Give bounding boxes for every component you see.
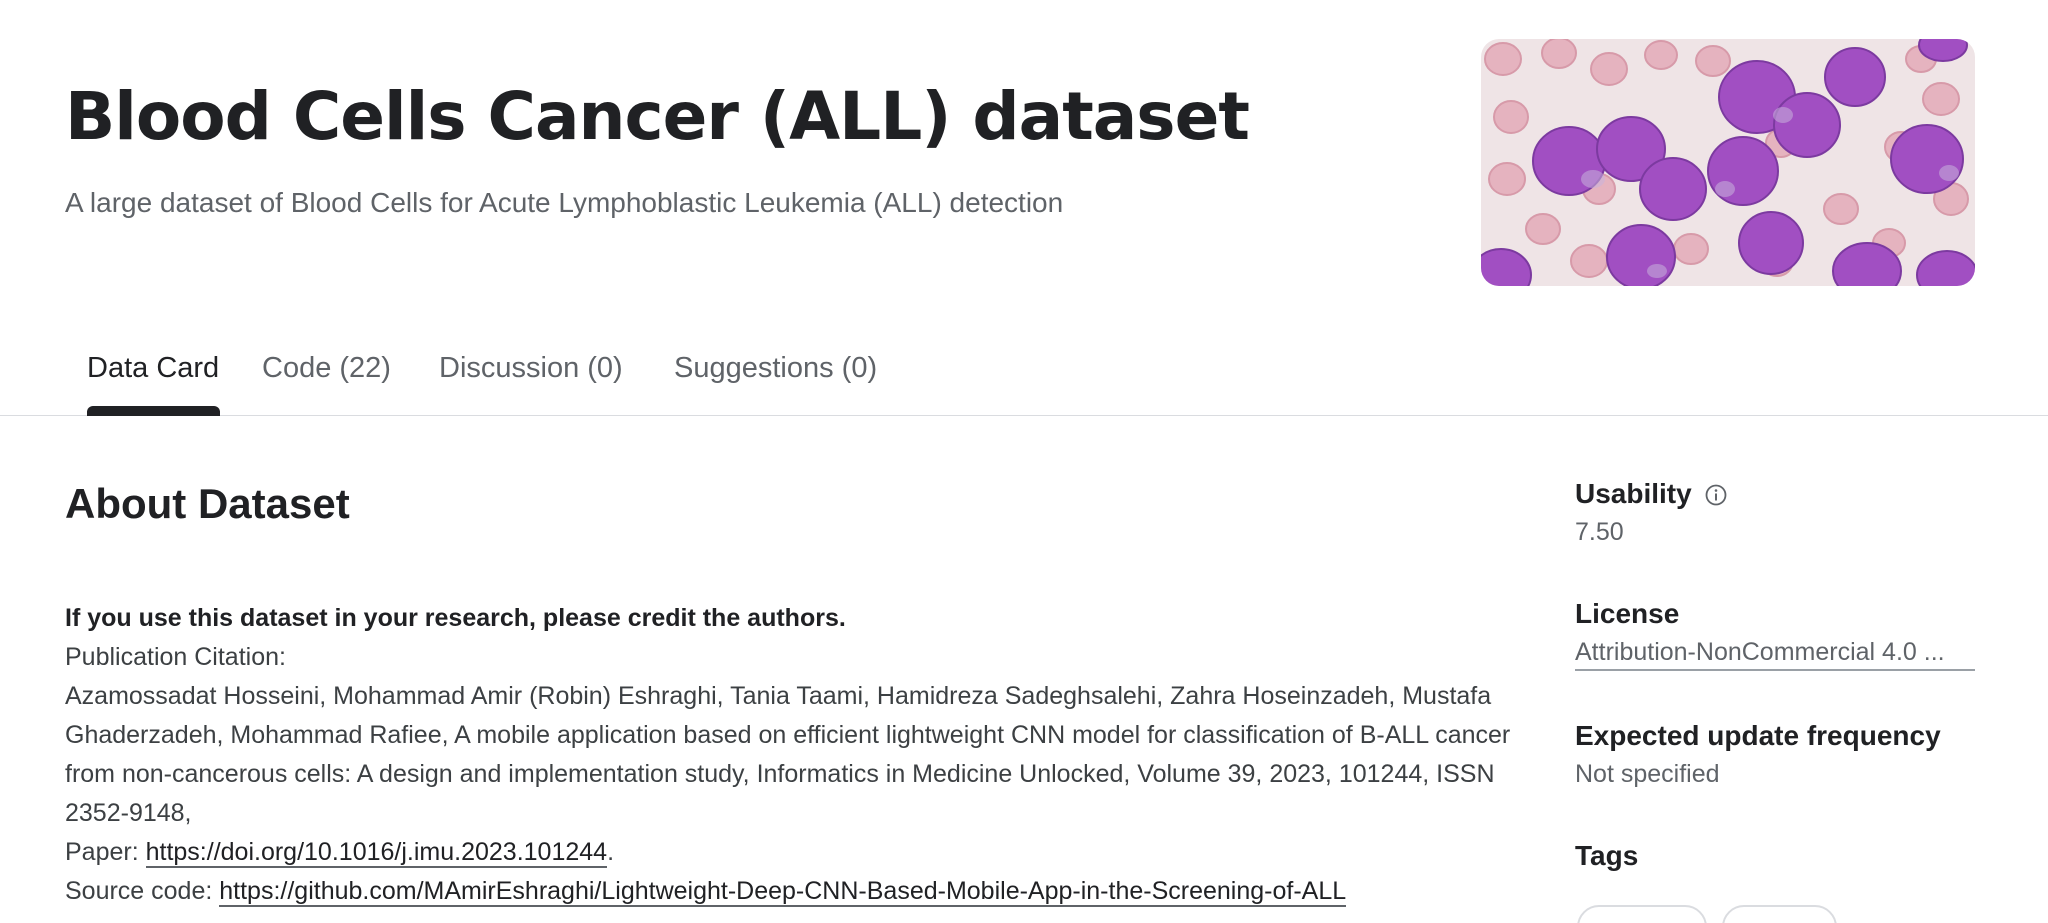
credit-note: If you use this dataset in your research…	[65, 604, 846, 632]
dataset-header: Blood Cells Cancer (ALL) dataset A large…	[0, 0, 2048, 300]
source-label: Source code:	[65, 877, 220, 905]
license-section: License Attribution-NonCommercial 4.0 ..…	[1575, 598, 1975, 671]
blood-cells-image	[1481, 39, 1975, 286]
frequency-value: Not specified	[1575, 760, 1720, 788]
source-code-link[interactable]: https://github.com/MAmirEshraghi/Lightwe…	[219, 877, 1347, 907]
active-tab-indicator	[87, 406, 220, 416]
usability-label: Usability	[1575, 478, 1692, 509]
dataset-tabs: Data Card Code (22) Discussion (0) Sugge…	[0, 340, 2048, 416]
source-line: Source code: https://github.com/MAmirEsh…	[65, 872, 1525, 911]
dataset-title: Blood Cells Cancer (ALL) dataset	[65, 78, 1250, 155]
paper-line: Paper: https://doi.org/10.1016/j.imu.202…	[65, 833, 1525, 872]
license-link[interactable]: Attribution-NonCommercial 4.0 ...	[1575, 638, 1975, 671]
tab-code[interactable]: Code (22)	[262, 352, 391, 385]
paper-suffix: .	[607, 838, 615, 866]
citation-text: Azamossadat Hosseini, Mohammad Amir (Rob…	[65, 682, 1511, 827]
tag-chip[interactable]	[1722, 905, 1837, 923]
dataset-description: If you use this dataset in your research…	[65, 599, 1525, 911]
citation-label: Publication Citation:	[65, 643, 286, 671]
dataset-subtitle: A large dataset of Blood Cells for Acute…	[65, 187, 1064, 218]
tab-discussion[interactable]: Discussion (0)	[439, 352, 623, 385]
license-label: License	[1575, 598, 1680, 629]
paper-link[interactable]: https://doi.org/10.1016/j.imu.2023.10124…	[145, 838, 608, 868]
usability-value: 7.50	[1575, 518, 1624, 546]
tab-suggestions[interactable]: Suggestions (0)	[674, 352, 877, 385]
about-dataset-heading: About Dataset	[65, 480, 350, 527]
usability-section: Usability 7.50	[1575, 478, 1728, 547]
info-icon[interactable]	[1704, 482, 1728, 506]
tab-data-card[interactable]: Data Card	[87, 352, 219, 385]
frequency-label: Expected update frequency	[1575, 720, 1941, 751]
tags-section: Tags	[1575, 840, 1638, 872]
paper-label: Paper:	[65, 838, 146, 866]
tags-label: Tags	[1575, 840, 1639, 871]
frequency-section: Expected update frequency Not specified	[1575, 720, 1941, 789]
tag-chip[interactable]	[1577, 905, 1707, 923]
